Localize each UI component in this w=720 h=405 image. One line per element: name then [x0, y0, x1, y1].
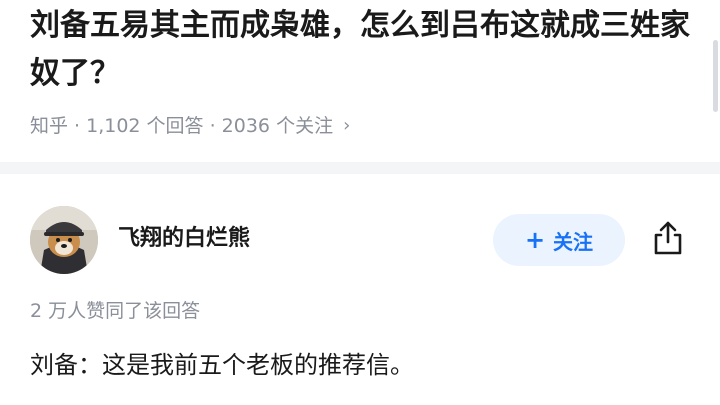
chevron-right-icon: ›: [343, 115, 351, 136]
question-card: 刘备五易其主而成枭雄，怎么到吕布这就成三姓家奴了？ 知乎 · 1,102 个回答…: [0, 0, 720, 162]
plus-icon: +: [524, 226, 546, 254]
follow-button[interactable]: + 关注: [493, 214, 625, 266]
author-name[interactable]: 飞翔的白烂熊: [118, 224, 250, 254]
question-meta-text: 知乎 · 1,102 个回答 · 2036 个关注: [30, 115, 334, 137]
scrollbar-thumb[interactable]: [713, 40, 718, 112]
share-icon[interactable]: [648, 218, 688, 258]
follow-button-label: 关注: [553, 229, 594, 254]
upvote-summary: 2 万人赞同了该回答: [30, 300, 201, 322]
section-divider: [0, 162, 720, 174]
answer-author-bar: 飞翔的白烂熊 + 关注: [0, 174, 720, 294]
question-title[interactable]: 刘备五易其主而成枭雄，怎么到吕布这就成三姓家奴了？: [30, 2, 700, 98]
question-meta[interactable]: 知乎 · 1,102 个回答 · 2036 个关注 ›: [30, 113, 350, 139]
avatar[interactable]: [30, 206, 98, 274]
answer-excerpt[interactable]: 刘备：这是我前五个老板的推荐信。: [30, 347, 700, 383]
dog-avatar-icon: [30, 206, 98, 274]
